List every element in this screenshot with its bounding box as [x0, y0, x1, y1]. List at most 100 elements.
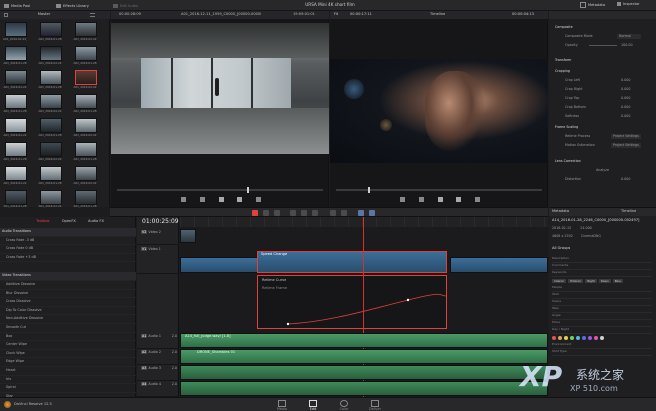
keyword-tag[interactable]: Night	[585, 279, 597, 283]
color-swatch[interactable]	[570, 336, 574, 340]
retime-curve-panel[interactable]: Retime Curve Retime Frame	[257, 275, 447, 329]
metadata-tab[interactable]: Metadata	[580, 2, 605, 8]
list-item[interactable]: Iris	[0, 376, 136, 385]
metadata-field[interactable]: Keywords	[552, 270, 652, 277]
toolbox-tab[interactable]: Toolbox	[36, 219, 49, 225]
transform-header[interactable]: Transform	[549, 56, 656, 65]
list-item[interactable]: Cross Dissolve	[0, 298, 136, 307]
clip-thumbnail[interactable]	[5, 142, 27, 157]
audio-transitions-header[interactable]: Audio Transitions	[0, 228, 136, 237]
crop-left-value[interactable]: 0.000	[621, 76, 630, 85]
trim-tool-icon[interactable]	[263, 210, 269, 216]
motion-estimation-select[interactable]: Project Settings	[611, 143, 641, 148]
overwrite-clip-icon[interactable]	[301, 210, 307, 216]
metadata-field[interactable]: Angle	[552, 313, 652, 320]
page-deliver[interactable]: Deliver	[355, 398, 395, 411]
list-item[interactable]: Center Wipe	[0, 341, 136, 350]
list-item[interactable]: Cross Fade +3 dB	[0, 254, 136, 263]
clip-thumbnail[interactable]	[40, 22, 62, 37]
video-clip[interactable]	[180, 257, 260, 273]
keyword-tag[interactable]: Exterior	[568, 279, 584, 283]
crop-bottom-value[interactable]: 0.000	[621, 103, 630, 112]
jump-end-icon[interactable]	[256, 197, 261, 202]
clip-thumbnail[interactable]	[75, 22, 97, 37]
list-item[interactable]: Spiral	[0, 384, 136, 393]
crop-right-value[interactable]: 0.000	[621, 85, 630, 94]
list-item[interactable]: Heart	[0, 367, 136, 376]
inspector-tab[interactable]: Inspector	[617, 2, 640, 6]
keyword-tag[interactable]: Blue	[612, 279, 623, 283]
color-swatch[interactable]	[576, 336, 580, 340]
link-icon[interactable]	[341, 210, 347, 216]
metadata-field[interactable]: Shot	[552, 292, 652, 299]
marker-icon[interactable]	[369, 210, 375, 216]
clip-thumbnail[interactable]	[75, 190, 97, 205]
audio-track-1[interactable]: A1 Audio 1 2.0	[137, 332, 179, 349]
color-swatch[interactable]	[594, 336, 598, 340]
source-playhead[interactable]	[247, 187, 249, 193]
list-item[interactable]: Cross Fade -3 dB	[0, 237, 136, 246]
video-clip[interactable]	[450, 257, 548, 273]
clip-thumbnail[interactable]	[5, 46, 27, 61]
crop-top-value[interactable]: 0.000	[621, 94, 630, 103]
color-swatch[interactable]	[600, 336, 604, 340]
list-item[interactable]: Dip To Color Dissolve	[0, 307, 136, 316]
jump-end-icon[interactable]	[475, 197, 480, 202]
stop-icon[interactable]	[218, 197, 224, 202]
edit-index-tab[interactable]: Edit Index	[113, 2, 138, 9]
softness-value[interactable]: 0.000	[621, 112, 630, 121]
play-icon[interactable]	[456, 197, 462, 202]
openfx-tab[interactable]: OpenFX	[62, 219, 76, 225]
video-track-2[interactable]: V2 Video 2	[137, 228, 179, 245]
color-swatch[interactable]	[588, 336, 592, 340]
timeline-area[interactable]: Speed Change Retime Curve Retime Frame A…	[180, 217, 548, 397]
retime-curve[interactable]	[258, 276, 448, 330]
list-view-icon[interactable]	[90, 13, 95, 17]
cropping-header[interactable]: Cropping	[549, 67, 656, 76]
clip-thumbnail[interactable]	[5, 190, 27, 205]
audio-clip[interactable]	[180, 381, 548, 396]
clip-thumbnail-selected[interactable]	[75, 70, 97, 85]
timeline-video-frame[interactable]	[330, 59, 548, 163]
scaling-header[interactable]: Frame Scaling	[549, 123, 656, 132]
list-item[interactable]: Non-Additive Dissolve	[0, 315, 136, 324]
stop-icon[interactable]	[437, 197, 443, 202]
metadata-field[interactable]: Day / Night	[552, 327, 652, 334]
analyze-button[interactable]: Analyze	[596, 168, 609, 172]
grid-view-icon[interactable]	[4, 13, 8, 17]
clip-thumbnail[interactable]	[5, 94, 27, 109]
play-reverse-icon[interactable]	[418, 197, 424, 202]
retime-process-select[interactable]: Project Settings	[611, 134, 641, 139]
color-swatch[interactable]	[582, 336, 586, 340]
color-swatch[interactable]	[564, 336, 568, 340]
metadata-field[interactable]: Move	[552, 320, 652, 327]
clip-thumbnail[interactable]	[40, 166, 62, 181]
selection-tool-icon[interactable]	[252, 210, 258, 216]
lens-header[interactable]: Lens Correction	[549, 157, 656, 166]
effects-library-tab[interactable]: Effects Library	[56, 2, 89, 9]
play-icon[interactable]	[237, 197, 243, 202]
color-swatch[interactable]	[558, 336, 562, 340]
list-item[interactable]: Clock Wipe	[0, 350, 136, 359]
metadata-field[interactable]: Scene	[552, 299, 652, 306]
opacity-slider[interactable]	[589, 45, 617, 46]
clip-thumbnail[interactable]	[75, 142, 97, 157]
metadata-field[interactable]: Comments	[552, 263, 652, 270]
audio-clip[interactable]: A14_full_judge.wav/ [1.8]	[180, 333, 548, 348]
clip-thumbnail[interactable]	[40, 94, 62, 109]
timeline-name[interactable]: Timeline	[430, 12, 445, 16]
clip-thumbnail[interactable]	[5, 166, 27, 181]
video-clip[interactable]	[180, 229, 196, 243]
clip-thumbnail[interactable]	[40, 118, 62, 133]
list-item[interactable]: Edge Wipe	[0, 358, 136, 367]
bin-name[interactable]: Master	[24, 12, 64, 16]
clip-thumbnail[interactable]	[40, 70, 62, 85]
opacity-value[interactable]: 100.00	[621, 41, 633, 50]
keyword-tag[interactable]: Interior	[552, 279, 567, 283]
list-item[interactable]: Blur Dissolve	[0, 290, 136, 299]
source-scrubber[interactable]	[117, 187, 323, 193]
jump-start-icon[interactable]	[181, 197, 186, 202]
clip-thumbnail[interactable]	[40, 46, 62, 61]
metadata-source-select[interactable]: Timeline	[621, 209, 636, 213]
video-clip-selected[interactable]: Speed Change	[257, 251, 447, 273]
